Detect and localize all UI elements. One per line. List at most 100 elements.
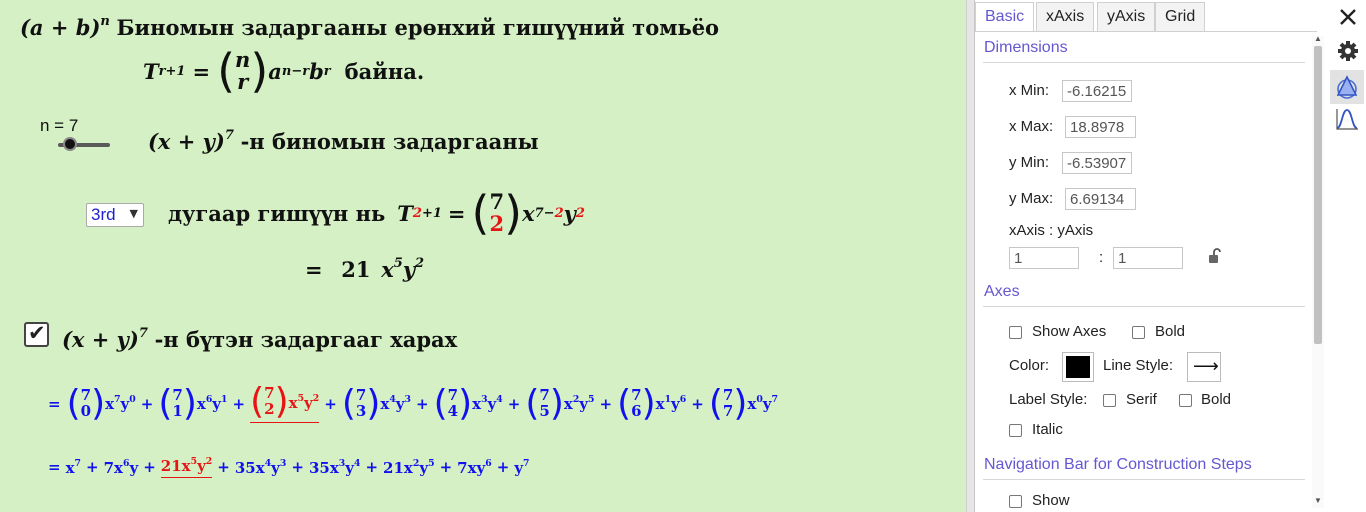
coefficient: 21 <box>383 458 404 477</box>
show-nav-checkbox[interactable] <box>1009 495 1022 508</box>
x-var: x <box>196 394 206 413</box>
general-term-formula: Tr+1 = ( nr ) a n−r b r байна. <box>143 48 424 94</box>
x-var: x <box>747 394 757 413</box>
binomial-term: (7 7) x0y7 <box>708 382 778 424</box>
plus-sign: + <box>599 394 613 413</box>
xmax-input[interactable]: 18.8978 <box>1065 116 1136 138</box>
show-axes-checkbox[interactable] <box>1009 326 1022 339</box>
properties-panel: Basic xAxis yAxis Grid Dimensions x Min:… <box>974 0 1317 512</box>
binomial-term: (7 6) x1y6 <box>617 385 686 422</box>
y-exp: 5 <box>428 457 435 469</box>
x-power: x5y2 <box>289 393 320 412</box>
ratio-x-input[interactable]: 1 <box>1009 247 1079 269</box>
graphics-settings-button[interactable] <box>1330 70 1364 104</box>
binom-stack: 74 <box>448 387 458 420</box>
right-paren: ) <box>458 382 473 424</box>
polynomial-term: y7 <box>514 458 529 477</box>
y-exp: 2 <box>312 392 320 404</box>
term-binomial: ( 72 ) <box>471 186 523 240</box>
x-power: x7y0 <box>105 394 136 413</box>
x-var: x <box>105 394 115 413</box>
scroll-up-icon[interactable]: ▲ <box>1314 34 1322 43</box>
formula-a-exponent: n−r <box>281 63 310 79</box>
scroll-down-icon[interactable]: ▼ <box>1314 496 1322 505</box>
color-button[interactable] <box>1062 352 1094 382</box>
term-binom-top: 7 <box>489 188 505 214</box>
tab-xaxis[interactable]: xAxis <box>1036 2 1095 31</box>
xmin-label: x Min: <box>1009 82 1050 99</box>
slider-knob[interactable] <box>63 137 77 151</box>
y-exp: 7 <box>523 457 530 469</box>
x-var: x <box>65 458 75 477</box>
bold-checkbox[interactable] <box>1132 326 1145 339</box>
close-icon[interactable] <box>1337 6 1359 28</box>
title-math: (a + b) <box>20 14 101 40</box>
ratio-separator: : <box>1099 249 1104 266</box>
left-paren: ( <box>708 382 723 424</box>
x-power: x0y7 <box>747 394 778 413</box>
tab-grid[interactable]: Grid <box>1155 2 1206 31</box>
plus-sign: + <box>365 457 379 476</box>
binomial-term: (7 0) x7y0 <box>67 382 136 424</box>
term-dropdown-value: 3rd <box>91 205 116 224</box>
tab-basic[interactable]: Basic <box>975 2 1035 31</box>
binomial-term: (7 4) x3y4 <box>434 382 503 424</box>
plus-sign: + <box>324 394 337 413</box>
x-power: x2y5 <box>564 394 595 413</box>
formula-b-exponent: r <box>323 63 331 79</box>
x-var: x <box>380 394 390 413</box>
term-text: дугаар гишүүн нь <box>168 200 386 226</box>
term-binomial-coefficient: (7 0) <box>67 382 106 424</box>
binom-stack: 76 <box>631 387 641 420</box>
result-x-exp: 5 <box>393 256 403 271</box>
axis-ratio-label: xAxis : yAxis <box>1009 222 1094 239</box>
axes-divider <box>983 306 1305 307</box>
panel-scrollbar[interactable]: ▲ ▼ <box>1312 34 1324 508</box>
line-style-button[interactable]: ⟶ <box>1187 352 1221 382</box>
ratio-y-input[interactable]: 1 <box>1113 247 1183 269</box>
x-var: x <box>403 458 413 477</box>
left-paren: ( <box>525 382 540 424</box>
term-x-exp-r: 2 <box>554 205 564 221</box>
ymax-input[interactable]: 6.69134 <box>1065 188 1136 210</box>
tab-yaxis[interactable]: yAxis <box>1097 2 1156 31</box>
term-binomial-coefficient: (7 4) <box>434 382 473 424</box>
line2-equals: = <box>48 457 61 476</box>
italic-checkbox[interactable] <box>1009 424 1022 437</box>
function-graph-icon[interactable] <box>1334 106 1360 132</box>
binom-top: n <box>235 46 251 72</box>
plus-sign: + <box>232 394 246 413</box>
binom-bottom: 7 <box>722 401 734 420</box>
ymin-input[interactable]: -6.53907 <box>1062 152 1132 174</box>
formula-T: T <box>143 58 159 84</box>
full-expansion-checkbox[interactable]: ✔ <box>24 321 49 347</box>
dimensions-header: Dimensions <box>984 39 1068 56</box>
y-var: y <box>345 458 354 477</box>
term-dropdown[interactable]: 3rd ▼ <box>86 203 144 227</box>
x-power: x3y4 <box>472 394 503 413</box>
y-exp: 2 <box>205 456 213 467</box>
xmin-input[interactable]: -6.16215 <box>1062 80 1132 102</box>
serif-checkbox[interactable] <box>1103 394 1116 407</box>
gear-icon[interactable] <box>1336 39 1360 63</box>
line1-equals: = <box>48 394 61 413</box>
right-paren: ) <box>366 382 381 424</box>
right-paren: ) <box>91 382 106 424</box>
plus-sign: + <box>496 457 510 476</box>
unlock-icon[interactable] <box>1207 248 1223 266</box>
graphics-view[interactable]: (a + b)n Биномын задаргааны ерөнхий гишү… <box>0 0 966 512</box>
axes-header: Axes <box>984 283 1020 300</box>
slider-label: n = 7 <box>40 116 79 135</box>
selected-term-formula: дугаар гишүүн нь T 2+1 = ( 72 ) x 7−2 y 2 <box>168 190 585 236</box>
binomial-term: (7 2) x5y2 <box>250 381 320 423</box>
right-toolbar <box>1328 0 1366 512</box>
left-paren: ( <box>250 381 265 422</box>
binom-stack: 71 <box>172 387 182 420</box>
bold-label-checkbox[interactable] <box>1179 394 1192 407</box>
x-var: x <box>655 394 665 413</box>
result-coefficient: 21 <box>341 256 371 282</box>
formula-subscript: r+1 <box>158 63 186 79</box>
term-y-exp: 2 <box>575 205 585 221</box>
scrollbar-thumb[interactable] <box>1314 46 1322 344</box>
x-var: x <box>114 458 123 477</box>
